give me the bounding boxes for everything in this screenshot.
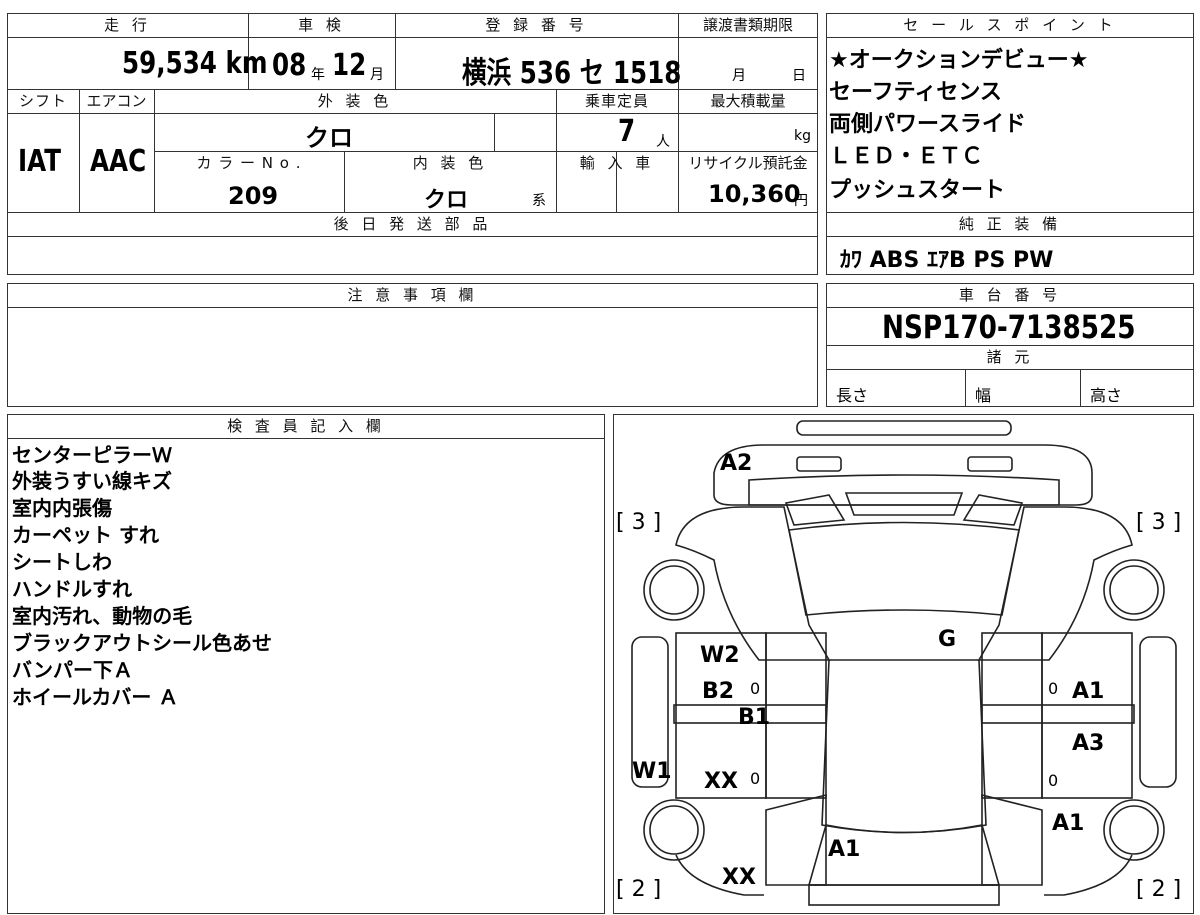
mark-a1-right-bottom: A1 [1052,811,1085,836]
inspector-line-1: センターピラーＷ [12,443,172,467]
chassis-number: NSP170-7138525 [882,308,1136,346]
shift-value: IAT [18,144,62,179]
sales-point-1: ★オークションデビュー★ [829,48,1089,73]
inspection-header: 車 検 [298,16,345,34]
interior-color-value: クロ [424,188,469,213]
inspector-line-2: 外装うすい線キズ [12,469,172,493]
mark-a3: A3 [1072,731,1105,756]
zero-mark-2: 0 [750,769,761,788]
mileage-header: 走 行 [104,16,151,34]
chassis-header: 車 台 番 号 [958,286,1062,304]
load-header: 最大積載量 [710,92,786,110]
width-label: 幅 [975,386,992,405]
recycle-value: 10,360 [708,180,801,208]
plate-header: 登 録 番 号 [485,16,588,34]
bracket-front-left: [ 3 ] [616,510,662,535]
inspector-line-3: 室内内張傷 [12,496,112,520]
notes-header: 注 意 事 項 欄 [347,286,478,304]
exterior-header: 外 装 色 [317,92,393,110]
shift-header: シフト [18,92,67,110]
sales-point-4: ＬＥＤ・ＥＴＣ [829,144,984,169]
plate-number: 横浜 536 セ 1518 [462,56,682,91]
inspector-line-8: ブラックアウトシール色あせ [12,631,272,655]
inspector-line-7: 室内汚れ、動物の毛 [12,604,193,628]
length-label: 長さ [836,386,869,405]
bracket-rear-right: [ 2 ] [1136,877,1182,902]
sales-point-5: プッシュスタート [829,178,1006,203]
mark-a1-right-top: A1 [1072,679,1105,704]
sales-point-3: 両側パワースライド [829,112,1026,137]
height-label: 高さ [1090,386,1123,405]
inspector-line-10: ホイールカバー Ａ [12,685,179,709]
capacity-unit: 人 [656,134,670,150]
sales-point-header: セ ー ル ス ポ イ ン ト [903,16,1117,34]
load-unit: kg [794,128,811,144]
bracket-front-right: [ 3 ] [1136,510,1182,535]
mileage-value: 59,534 km [122,46,268,81]
mark-g: G [938,627,957,652]
inspector-line-6: ハンドルすれ [12,577,132,601]
aircon-header: エアコン [86,92,147,110]
month-unit: 月 [370,67,384,83]
mark-a1-bottom: A1 [828,837,861,862]
inspector-line-5: シートしわ [12,550,112,574]
zero-mark-3: 0 [1048,679,1059,698]
mark-b2: B2 [702,679,735,704]
transfer-day-unit: 日 [792,68,806,84]
inspection-month: 12 [332,48,367,83]
transfer-month-unit: 月 [732,68,746,84]
sales-point-2: セーフティセンス [829,80,1002,105]
year-unit: 年 [311,67,325,83]
inspector-header: 検 査 員 記 入 欄 [227,417,385,435]
zero-mark-1: 0 [750,679,761,698]
mark-xx-bottom: XX [722,865,756,890]
specs-header: 諸 元 [986,348,1034,366]
aircon-value: AAC [90,144,147,179]
interior-suffix: 系 [532,193,546,209]
transfer-header: 譲渡書類期限 [702,16,793,34]
capacity-value: 7 [618,114,636,149]
inspector-line-4: カーペット すれ [12,523,159,547]
exterior-color-value: クロ [305,124,353,152]
import-header: 輸 入 車 [579,154,655,172]
capacity-header: 乗車定員 [584,92,649,110]
mark-a2: A2 [720,451,753,476]
inspector-line-9: バンパー下Ａ [12,658,133,682]
mark-xx-left: XX [704,769,738,794]
recycle-header: リサイクル預託金 [688,154,808,172]
car-diagram-box: A2 G W2 B2 B1 W1 XX XX A1 A3 A1 A1 0 0 0… [613,414,1194,914]
equipment-value: ｶﾜ ABS ｴｱB PS PW [840,248,1054,273]
mark-w1: W1 [632,759,672,784]
color-no-header: カ ラ ー N o . [196,154,302,172]
mark-w2: W2 [700,643,740,668]
mark-b1: B1 [738,705,771,730]
equipment-header: 純 正 装 備 [958,215,1062,233]
inspection-year: 08 [272,48,307,83]
interior-header: 内 装 色 [412,154,488,172]
yen-unit: 円 [794,193,808,209]
later-parts-header: 後 日 発 送 部 品 [333,215,492,233]
zero-mark-4: 0 [1048,771,1059,790]
color-no-value: 209 [228,182,279,210]
bracket-rear-left: [ 2 ] [616,877,662,902]
